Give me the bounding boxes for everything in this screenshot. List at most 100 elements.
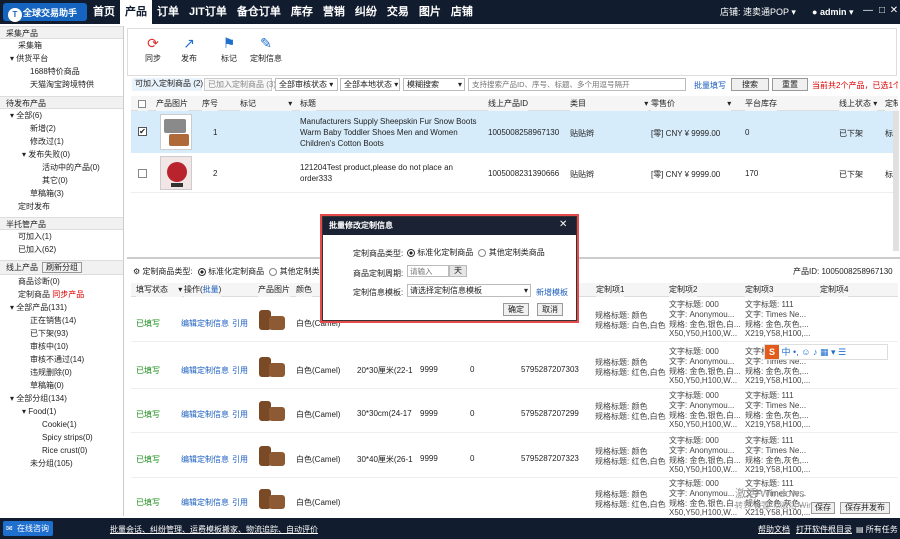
reference-link[interactable]: 引用 [232,454,248,465]
sidebar-item-selling[interactable]: 正在销售(14) [0,314,123,327]
sidebar-item-1688[interactable]: 1688特价商品 [0,65,123,78]
publish-button[interactable]: ↗ 发布 [174,35,204,64]
sidebar-item-new[interactable]: 新增(2) [0,122,123,135]
upper-scrollbar[interactable] [893,111,899,251]
edit-custom-info-link[interactable]: 编辑定制信息 [181,318,229,329]
user-menu[interactable]: ● admin ▾ [812,0,854,24]
nav-inventory[interactable]: 库存 [286,0,318,24]
sidebar-item-online-draft[interactable]: 草稿箱(0) [0,379,123,392]
nav-products[interactable]: 产品 [120,0,152,24]
sidebar-item-rice[interactable]: Rice crust(0) [0,444,123,457]
local-status-select[interactable]: 全部本地状态 ▾ [340,78,400,91]
save-button[interactable]: 保存 [811,502,835,514]
template-select[interactable]: 请选择定制信息模板 ▾ [407,284,531,297]
search-button[interactable]: 搜索 [731,78,769,91]
tab-added[interactable]: 已加入定制商品 (3) [204,78,276,91]
product-image[interactable] [160,114,192,150]
nav-home[interactable]: 首页 [88,0,120,24]
col-category[interactable]: 类目 ▾ [570,96,649,111]
sync-button[interactable]: ⟳ 同步 [138,35,168,64]
reference-link[interactable]: 引用 [232,497,248,508]
sidebar-item-scheduled[interactable]: 定时发布 [0,200,123,213]
shop-selector[interactable]: 店铺: 速卖通POP ▾ [720,0,796,24]
help-docs-link[interactable]: 帮助文档 [758,524,790,535]
sidebar-item-supply[interactable]: ▾ 供货平台 [0,52,123,65]
nav-jit-orders[interactable]: JIT订单 [184,0,232,24]
dialog-radio-other[interactable] [478,248,487,257]
nav-trade[interactable]: 交易 [382,0,414,24]
select-all-checkbox[interactable] [138,96,148,111]
sidebar-section-collect[interactable]: 采集产品 [0,26,123,39]
nav-stock-orders[interactable]: 备仓订单 [232,0,286,24]
col-mark[interactable]: 标记 ▾ [240,96,293,111]
sidebar-item-all-groups[interactable]: ▾ 全部分组(134) [0,392,123,405]
radio-other[interactable] [269,267,278,276]
product-image[interactable] [257,397,287,423]
sidebar-item-food[interactable]: ▾ Food(1) [0,405,123,418]
sidebar-item-joined[interactable]: 已加入(62) [0,243,123,256]
sidebar-item-active[interactable]: 活动中的产品(0) [0,161,123,174]
dialog-ok-button[interactable]: 确定 [503,303,529,316]
nav-images[interactable]: 图片 [414,0,446,24]
reference-link[interactable]: 引用 [232,409,248,420]
dialog-cancel-button[interactable]: 取消 [537,303,563,316]
all-tasks-button[interactable]: ▤ 所有任务 [856,524,898,535]
add-template-link[interactable]: 新增模板 [536,287,568,298]
sidebar-item-can-join[interactable]: 可加入(1) [0,230,123,243]
sidebar-item-tmall[interactable]: 天猫淘宝跨境特供 [0,78,123,91]
tab-available[interactable]: 可加入定制商品 (2) [132,78,203,91]
nav-marketing[interactable]: 营销 [318,0,350,24]
sync-products-link[interactable]: 同步产品 [52,290,84,299]
reference-link[interactable]: 引用 [232,365,248,376]
col-fill-status[interactable]: 填写状态 ▾ [136,283,183,297]
custom-info-button[interactable]: ✎ 定制信息 [246,35,286,64]
sidebar-item-custom[interactable]: 定制商品 同步产品 [0,288,123,301]
batch-link[interactable]: 批量 [203,285,219,294]
nav-disputes[interactable]: 纠纷 [350,0,382,24]
product-image[interactable] [257,353,287,379]
batch-fill-link[interactable]: 批量填写 [694,80,726,91]
reference-link[interactable]: 引用 [232,318,248,329]
close-icon[interactable]: ✕ [559,219,567,230]
row-title[interactable]: Manufacturers Supply Sheepskin Fur Snow … [300,116,477,149]
sidebar-section-pending[interactable]: 待发布产品 [0,96,123,109]
sidebar-item-offline[interactable]: 已下架(93) [0,327,123,340]
product-image[interactable] [257,306,287,332]
row-checkbox[interactable] [138,169,147,178]
sidebar-item-all[interactable]: ▾ 全部(6) [0,109,123,122]
sidebar-item-collect-box[interactable]: 采集箱 [0,39,123,52]
sidebar-item-all-products[interactable]: ▾ 全部产品(131) [0,301,123,314]
period-input[interactable] [407,265,449,277]
search-mode-select[interactable]: 模糊搜索 ▾ [403,78,465,91]
maximize-icon[interactable]: □ [876,4,888,18]
sidebar-item-ungrouped[interactable]: 未分组(105) [0,457,123,470]
row-checkbox-checked[interactable]: ✔ [138,127,147,136]
sidebar-item-spicy[interactable]: Spicy strips(0) [0,431,123,444]
product-image[interactable] [257,442,287,468]
sidebar-item-rejected[interactable]: 审核不通过(14) [0,353,123,366]
nav-orders[interactable]: 订单 [152,0,184,24]
sidebar-item-failed[interactable]: ▾ 发布失败(0) [0,148,123,161]
col-online-status[interactable]: 线上状态 ▾ [839,96,878,111]
close-icon[interactable]: ✕ [888,4,900,18]
col-retail-price[interactable]: 零售价 ▾ [651,96,732,111]
minimize-icon[interactable]: — [862,4,874,18]
audit-status-select[interactable]: 全部审核状态 ▾ [275,78,338,91]
sidebar-item-diagnosis[interactable]: 商品诊断(0) [0,275,123,288]
sidebar-item-cookie[interactable]: Cookie(1) [0,418,123,431]
app-logo[interactable]: T 全球交易助手 [3,3,87,22]
sidebar-section-online[interactable]: 线上产品 刷新分组 [0,260,123,275]
feature-links[interactable]: 批量会话、纠纷管理、运费模板搬家、物流追踪、自动评价 [110,524,318,535]
sidebar-item-other[interactable]: 其它(0) [0,174,123,187]
sidebar-section-half[interactable]: 半托管产品 [0,217,123,230]
product-image[interactable] [257,485,287,511]
edit-custom-info-link[interactable]: 编辑定制信息 [181,409,229,420]
online-chat-button[interactable]: ✉ 在线咨询 [3,521,53,536]
row-title[interactable]: 121204Test product,please do not place a… [300,162,453,184]
save-and-publish-button[interactable]: 保存并发布 [840,502,890,514]
edit-custom-info-link[interactable]: 编辑定制信息 [181,454,229,465]
refresh-groups-button[interactable]: 刷新分组 [42,262,82,273]
product-image[interactable] [160,156,192,190]
mark-button[interactable]: ⚑ 标记 [214,35,244,64]
edit-custom-info-link[interactable]: 编辑定制信息 [181,365,229,376]
